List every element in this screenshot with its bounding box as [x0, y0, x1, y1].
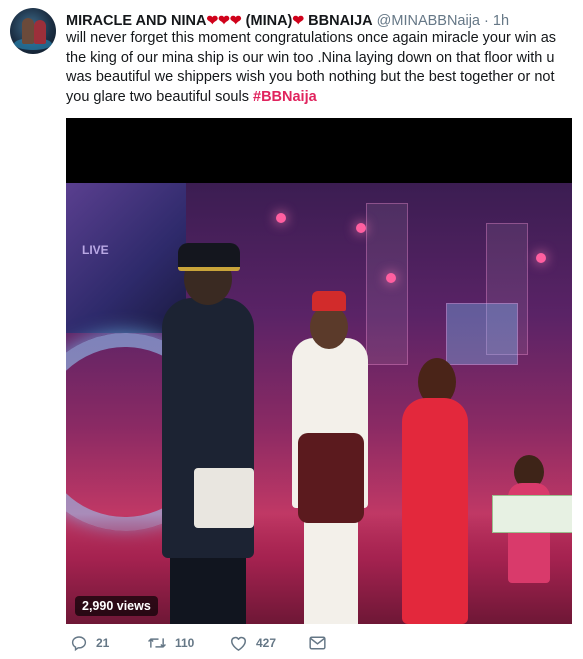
tweet-header: MIRACLE AND NINA❤❤❤ (MINA)❤ BBNAIJA @MIN…	[66, 11, 573, 30]
tweet-text: will never forget this moment congratula…	[66, 29, 572, 107]
heart-emoji: ❤	[292, 12, 305, 28]
stage-monitor	[446, 303, 518, 365]
retweet-button[interactable]: 110	[147, 633, 194, 653]
retweet-icon	[147, 634, 167, 652]
like-count: 427	[256, 636, 277, 650]
video-player[interactable]: LIVE 2,990 views	[66, 118, 572, 624]
person-head	[310, 305, 348, 349]
heart-emoji: ❤❤❤	[206, 12, 242, 28]
avatar-figure	[22, 18, 34, 44]
stage-light	[276, 213, 286, 223]
person-legs	[304, 518, 358, 624]
person-wrapper	[298, 433, 364, 523]
display-name[interactable]: MIRACLE AND NINA❤❤❤ (MINA)❤ BBNAIJA	[66, 12, 373, 29]
user-handle[interactable]: @MINABBNaija	[377, 13, 480, 29]
reply-button[interactable]: 21	[70, 633, 109, 653]
person-legs	[170, 553, 246, 624]
envelope-icon	[309, 636, 326, 650]
retweet-count: 110	[175, 636, 195, 650]
person-red-dress	[402, 398, 468, 624]
separator-dot: ·	[484, 13, 489, 29]
video-frame: LIVE	[66, 183, 572, 624]
hashtag-link[interactable]: #BBNaija	[253, 89, 317, 105]
reply-count: 21	[96, 636, 110, 650]
person-bag	[194, 468, 254, 528]
avatar-figure	[34, 20, 46, 44]
avatar[interactable]	[10, 8, 56, 54]
stage-light	[386, 273, 396, 283]
live-logo: LIVE	[82, 243, 109, 257]
stage-light	[536, 253, 546, 263]
heart-icon	[229, 634, 248, 652]
prize-cheque	[492, 495, 572, 533]
stage-light	[356, 223, 366, 233]
person-red-cap	[312, 291, 346, 311]
reply-icon	[70, 634, 88, 652]
direct-message-button[interactable]	[309, 633, 326, 653]
view-count-badge: 2,990 views	[75, 596, 158, 616]
person-pilot-cap	[178, 243, 240, 271]
stage-panel	[366, 203, 408, 365]
like-button[interactable]: 427	[229, 633, 276, 653]
timestamp[interactable]: 1h	[493, 13, 509, 29]
